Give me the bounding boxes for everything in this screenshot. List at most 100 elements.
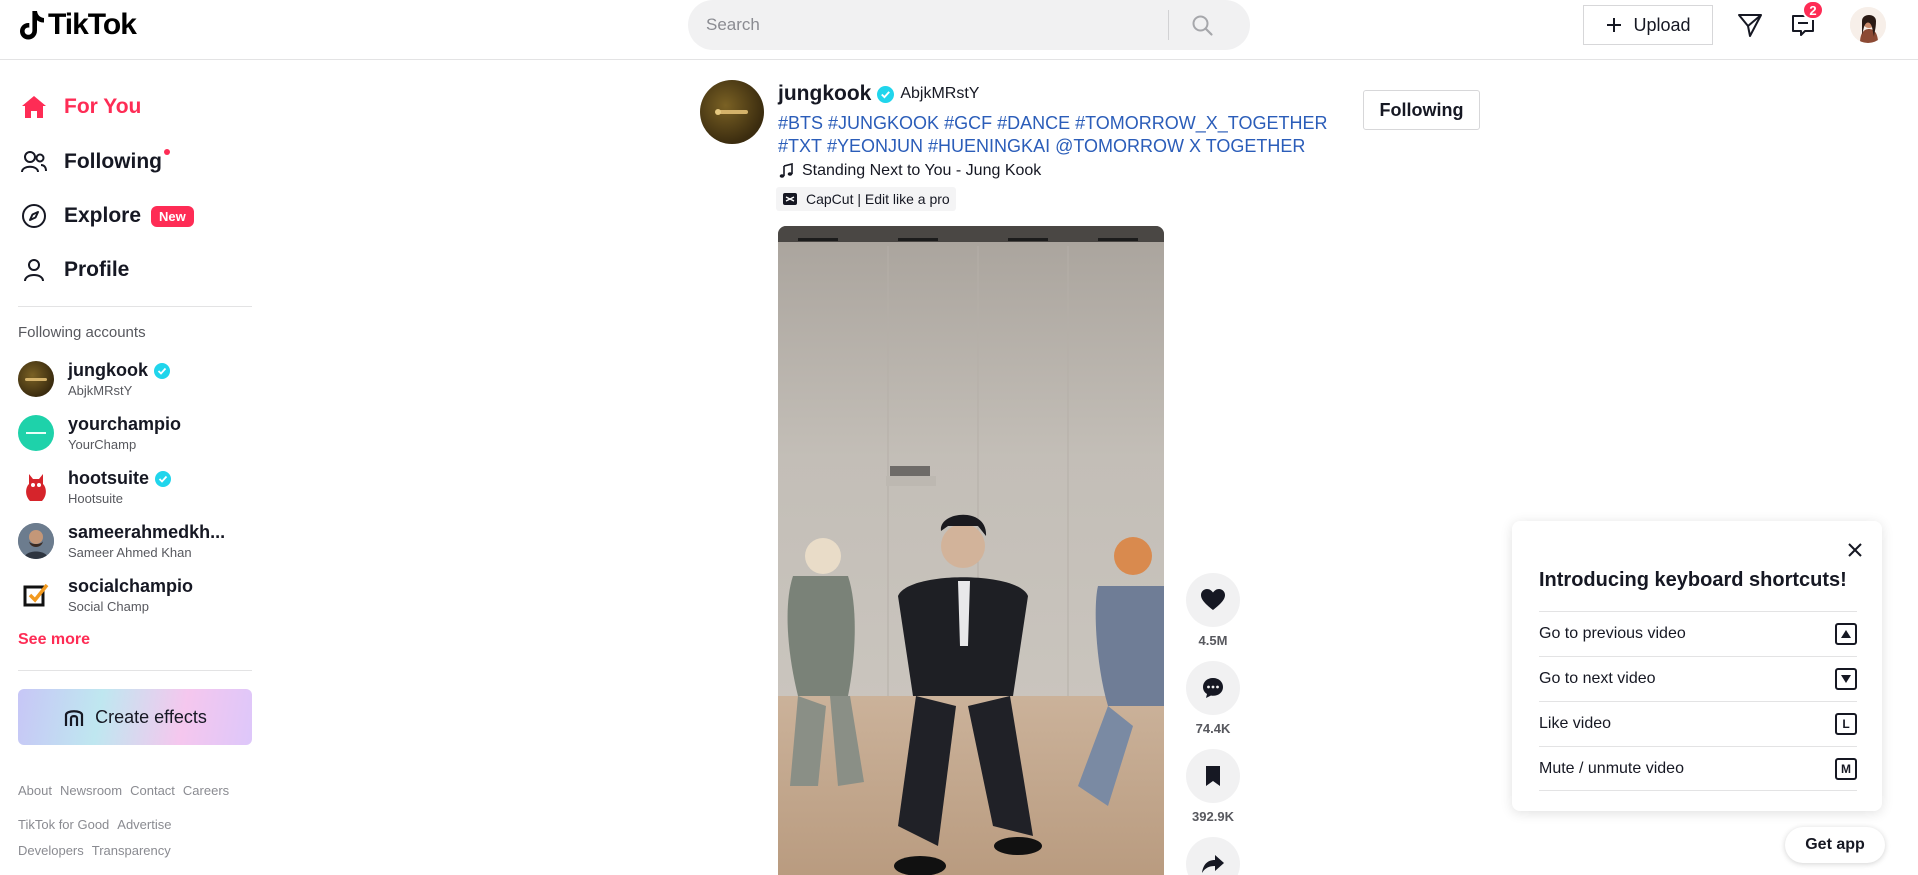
upload-button[interactable]: Upload	[1583, 5, 1713, 45]
account-nickname: YourChamp	[68, 437, 137, 452]
like-count: 4.5M	[1198, 633, 1228, 648]
create-effects-button[interactable]: Create effects	[18, 689, 252, 745]
hashtag-link[interactable]: #JUNGKOOK	[828, 113, 939, 133]
sidebar: For You Following Explore New Profile Fo…	[0, 61, 260, 875]
hashtag-link[interactable]: #TXT	[778, 136, 822, 156]
heart-icon	[1201, 589, 1225, 610]
search-button[interactable]	[1169, 0, 1235, 50]
tiktok-logo-icon	[20, 11, 44, 40]
sidebar-item-explore[interactable]: Explore New	[18, 196, 194, 236]
key-m: M	[1835, 757, 1857, 780]
share-button[interactable]	[1186, 837, 1240, 875]
account-name: yourchampio	[68, 414, 182, 434]
sidebar-item-for-you[interactable]: For You	[18, 87, 141, 127]
mention-link[interactable]: @TOMORROW X TOGETHER	[1055, 136, 1305, 156]
account-nickname: Hootsuite	[68, 491, 123, 506]
music-title: Standing Next to You - Jung Kook	[802, 162, 1042, 179]
account-name: hootsuite	[68, 468, 149, 488]
keyboard-shortcuts-card: Introducing keyboard shortcuts! Go to pr…	[1512, 521, 1882, 811]
sidebar-item-label: Explore	[64, 204, 142, 227]
hashtag-link[interactable]: #YEONJUN	[827, 136, 923, 156]
capcut-label: CapCut | Edit like a pro	[806, 191, 950, 207]
new-badge: New	[151, 205, 194, 227]
verified-icon	[877, 85, 895, 103]
footer-links-row: About Newsroom Contact Careers	[18, 783, 229, 798]
capcut-anchor[interactable]: CapCut | Edit like a pro	[776, 187, 956, 211]
account-item-yourchampio[interactable]: yourchampio YourChamp	[18, 410, 258, 456]
post-author-avatar[interactable]	[700, 80, 764, 144]
account-nickname: AbjkMRstY	[68, 383, 133, 398]
send-icon	[1738, 14, 1762, 37]
get-app-button[interactable]: Get app	[1785, 827, 1885, 863]
sidebar-item-label: Following	[64, 150, 162, 173]
footer-link-tiktok-for-good[interactable]: TikTok for Good	[18, 817, 109, 832]
verified-icon	[154, 362, 170, 379]
shortcut-label: Mute / unmute video	[1539, 759, 1684, 777]
avatar[interactable]	[1850, 7, 1886, 43]
post-author-name: jungkook	[778, 82, 872, 105]
person-icon	[18, 254, 50, 286]
save-button[interactable]	[1186, 749, 1240, 803]
hashtag-link[interactable]: #HUENINGKAI	[928, 136, 1050, 156]
see-more-link[interactable]: See more	[18, 631, 90, 649]
shortcut-label: Go to previous video	[1539, 625, 1686, 642]
messages-button[interactable]	[1735, 10, 1765, 40]
hashtag-link[interactable]: #GCF	[944, 113, 992, 133]
post-author[interactable]: jungkook AbjkMRstY	[778, 82, 979, 106]
comment-button[interactable]	[1186, 661, 1240, 715]
footer-link-transparency[interactable]: Transparency	[92, 843, 171, 858]
video-player[interactable]	[778, 226, 1164, 875]
music-link[interactable]: Standing Next to You - Jung Kook	[778, 162, 1041, 180]
comment-count: 74.4K	[1195, 721, 1231, 736]
hashtag-link[interactable]: #TOMORROW_X_TOGETHER	[1075, 113, 1327, 133]
avatar	[18, 415, 54, 451]
comment-action[interactable]: 74.4K	[1186, 661, 1240, 736]
sidebar-item-label: Profile	[64, 258, 130, 281]
following-button[interactable]: Following	[1363, 90, 1480, 130]
like-button[interactable]	[1186, 573, 1240, 627]
shortcuts-title: Introducing keyboard shortcuts!	[1539, 569, 1847, 591]
account-nickname: Sameer Ahmed Khan	[68, 545, 192, 560]
footer-link-contact[interactable]: Contact	[130, 783, 175, 798]
search-input[interactable]	[688, 0, 1168, 50]
compass-icon	[18, 200, 50, 232]
tiktok-logo[interactable]: TikTok	[18, 8, 137, 42]
top-bar: TikTok Upload 2	[0, 0, 1918, 60]
following-icon	[18, 146, 50, 178]
shortcut-row: Like video L	[1539, 701, 1857, 746]
footer-link-newsroom[interactable]: Newsroom	[60, 783, 122, 798]
save-action[interactable]: 392.9K	[1186, 749, 1240, 824]
logo-text: TikTok	[48, 8, 137, 41]
hashtag-link[interactable]: #BTS	[778, 113, 823, 133]
account-item-jungkook[interactable]: jungkook AbjkMRstY	[18, 356, 258, 402]
sidebar-item-label: For You	[64, 95, 142, 118]
close-button[interactable]	[1842, 537, 1868, 563]
hashtag-link[interactable]: #DANCE	[997, 113, 1070, 133]
footer-link-developers[interactable]: Developers	[18, 843, 84, 858]
like-action[interactable]: 4.5M	[1186, 573, 1240, 648]
post-description: #BTS #JUNGKOOK #GCF #DANCE #TOMORROW_X_TOGET…	[778, 112, 1327, 158]
share-action[interactable]	[1186, 837, 1240, 875]
down-arrow-icon	[1835, 668, 1857, 690]
share-arrow-icon	[1202, 855, 1224, 873]
sidebar-item-profile[interactable]: Profile	[18, 250, 129, 290]
divider	[18, 306, 252, 307]
avatar	[18, 469, 54, 505]
account-item-sameerahmedkhan[interactable]: sameerahmedkh... Sameer Ahmed Khan	[18, 518, 258, 564]
footer-link-careers[interactable]: Careers	[183, 783, 229, 798]
close-icon	[1848, 543, 1862, 557]
sidebar-item-following[interactable]: Following	[18, 142, 170, 182]
avatar	[18, 577, 54, 613]
save-count: 392.9K	[1192, 809, 1234, 824]
footer-link-advertise[interactable]: Advertise	[117, 817, 171, 832]
following-accounts-title: Following accounts	[18, 324, 146, 341]
search-icon	[1192, 15, 1213, 36]
divider	[18, 670, 252, 671]
account-item-hootsuite[interactable]: hootsuite Hootsuite	[18, 464, 258, 510]
account-item-socialchampio[interactable]: socialchampio Social Champ	[18, 572, 258, 618]
video-frame	[778, 226, 1164, 875]
upload-label: Upload	[1633, 14, 1691, 35]
avatar	[18, 361, 54, 397]
footer-link-about[interactable]: About	[18, 783, 52, 798]
effects-house-icon	[65, 710, 84, 726]
